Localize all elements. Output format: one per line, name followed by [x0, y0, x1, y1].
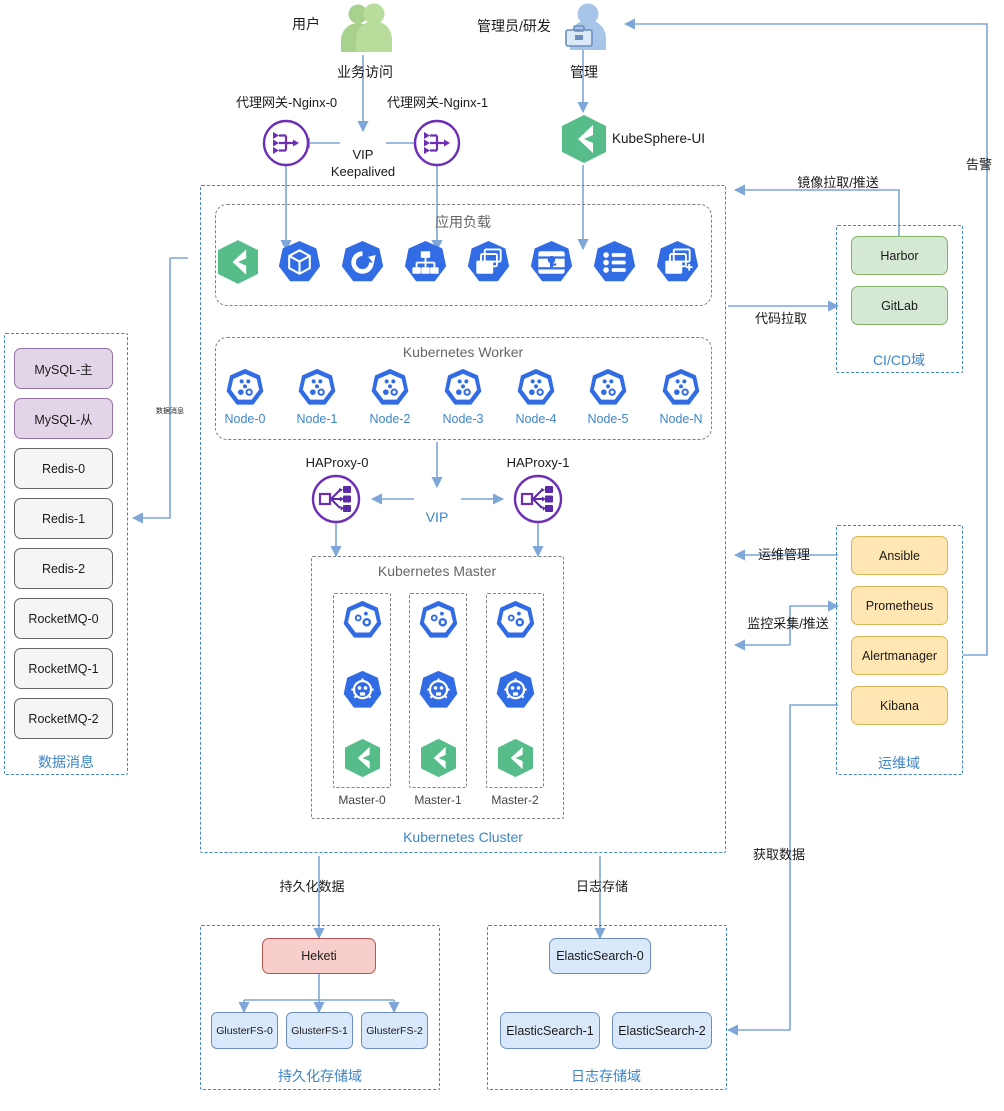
edge-label-alert: 告警 [965, 157, 993, 172]
storage-node-glusterfs-1[interactable]: GlusterFS-1 [286, 1012, 353, 1049]
master-node-label: Master-0 [338, 793, 386, 807]
k8s-service-icon [404, 240, 447, 282]
data-node-redis-2[interactable]: Redis-2 [14, 548, 113, 589]
storage-node-glusterfs-2[interactable]: GlusterFS-2 [361, 1012, 428, 1049]
worker-node-label: Node-4 [515, 412, 557, 426]
k8s-control-plane-icon [343, 600, 382, 638]
data-node-mysql-slave[interactable]: MySQL-从 [14, 398, 113, 439]
master-node-label: Master-2 [491, 793, 539, 807]
nginx1-label: 代理网关-Nginx-1 [387, 95, 489, 110]
user-label: 用户 [292, 16, 320, 32]
storage-node-heketi[interactable]: Heketi [262, 938, 376, 974]
ops-node-kibana[interactable]: Kibana [851, 686, 948, 725]
k8s-node-icon [298, 368, 336, 405]
worker-node-label: Node-3 [442, 412, 484, 426]
k8s-daemonset-icon [656, 240, 699, 282]
data-node-rocketmq-1[interactable]: RocketMQ-1 [14, 648, 113, 689]
edge-label-log-storage: 日志存储 [575, 879, 629, 894]
k8s-node-icon [662, 368, 700, 405]
k8s-node-icon [517, 368, 555, 405]
edge-label-image-pull-push: 镜像拉取/推送 [797, 175, 879, 190]
keepalived-label: Keepalived [330, 164, 396, 179]
persistent-storage-zone-title: 持久化存储域 [278, 1068, 362, 1084]
ops-node-prometheus[interactable]: Prometheus [851, 586, 948, 625]
kubernetes-master-title: Kubernetes Master [377, 563, 497, 579]
cicd-node-gitlab[interactable]: GitLab [851, 286, 948, 325]
log-storage-zone-title: 日志存储域 [571, 1068, 641, 1084]
haproxy-icon [311, 474, 361, 524]
data-node-rocketmq-0[interactable]: RocketMQ-0 [14, 598, 113, 639]
ops-node-ansible[interactable]: Ansible [851, 536, 948, 575]
ops-zone-title: 运维域 [878, 755, 920, 771]
worker-node-label: Node-5 [587, 412, 629, 426]
k8s-configmap-icon [593, 240, 636, 282]
worker-node-label: Node-N [659, 412, 703, 426]
k8s-etcd-icon [343, 670, 382, 708]
log-node-elasticsearch-2[interactable]: ElasticSearch-2 [612, 1012, 712, 1049]
edge-label-fetch-data: 获取数据 [752, 847, 806, 862]
user-flow-label: 业务访问 [337, 64, 393, 80]
k8s-etcd-icon [496, 670, 535, 708]
cicd-node-harbor[interactable]: Harbor [851, 236, 948, 275]
k8s-node-icon [589, 368, 627, 405]
kubesphere-icon [218, 240, 258, 284]
worker-node-label: Node-1 [296, 412, 338, 426]
data-message-zone-title: 数据消息 [38, 754, 94, 770]
kubesphere-icon [345, 738, 380, 778]
edge-label-data-message: 数据消息 [156, 408, 184, 415]
k8s-control-plane-icon [419, 600, 458, 638]
app-load-title: 应用负载 [435, 214, 491, 230]
users-icon [341, 3, 392, 52]
haproxy-icon [513, 474, 563, 524]
kubernetes-worker-title: Kubernetes Worker [402, 344, 524, 360]
cicd-zone-title: CI/CD域 [872, 352, 926, 368]
haproxy-vip-label: VIP [425, 509, 449, 525]
k8s-control-plane-icon [496, 600, 535, 638]
k8s-node-icon [371, 368, 409, 405]
k8s-deployment-icon [341, 240, 384, 282]
admin-flow-label: 管理 [570, 64, 598, 80]
log-node-elasticsearch-1[interactable]: ElasticSearch-1 [500, 1012, 600, 1049]
ops-node-alertmanager[interactable]: Alertmanager [851, 636, 948, 675]
nginx-gateway-icon [262, 119, 310, 167]
nginx-gateway-icon [413, 119, 461, 167]
k8s-replicaset-icon [467, 240, 510, 282]
edge-label-persist-data: 持久化数据 [279, 879, 345, 894]
haproxy1-label: HAProxy-1 [506, 455, 570, 470]
edge-label-ops-manage: 运维管理 [757, 547, 811, 562]
data-node-rocketmq-2[interactable]: RocketMQ-2 [14, 698, 113, 739]
vip-label: VIP [352, 147, 374, 162]
k8s-etcd-icon [419, 670, 458, 708]
haproxy0-label: HAProxy-0 [305, 455, 369, 470]
admin-person-icon [565, 3, 606, 50]
edge-label-monitor-collect-push: 监控采集/推送 [747, 616, 829, 631]
architecture-diagram: 用户 管理员/研发 业务访问 管理 KubeSphere-UI 代理网关-Ngi… [0, 0, 1004, 1111]
master-node-label: Master-1 [414, 793, 462, 807]
data-node-redis-1[interactable]: Redis-1 [14, 498, 113, 539]
kubernetes-cluster-title: Kubernetes Cluster [403, 829, 523, 845]
nginx0-label: 代理网关-Nginx-0 [236, 95, 338, 110]
storage-node-glusterfs-0[interactable]: GlusterFS-0 [211, 1012, 278, 1049]
kubesphere-icon [498, 738, 533, 778]
k8s-pod-icon [278, 240, 321, 282]
edge-label-code-pull: 代码拉取 [754, 311, 808, 326]
admin-label: 管理员/研发 [477, 18, 551, 34]
log-node-elasticsearch-0[interactable]: ElasticSearch-0 [549, 938, 651, 974]
worker-node-label: Node-0 [224, 412, 266, 426]
k8s-node-icon [226, 368, 264, 405]
worker-node-label: Node-2 [369, 412, 411, 426]
data-node-mysql-master[interactable]: MySQL-主 [14, 348, 113, 389]
kubesphere-icon [421, 738, 456, 778]
kubesphere-icon [562, 115, 606, 163]
k8s-node-icon [444, 368, 482, 405]
kubesphere-ui-label: KubeSphere-UI [612, 131, 706, 146]
data-node-redis-0[interactable]: Redis-0 [14, 448, 113, 489]
k8s-secret-icon [530, 240, 573, 282]
